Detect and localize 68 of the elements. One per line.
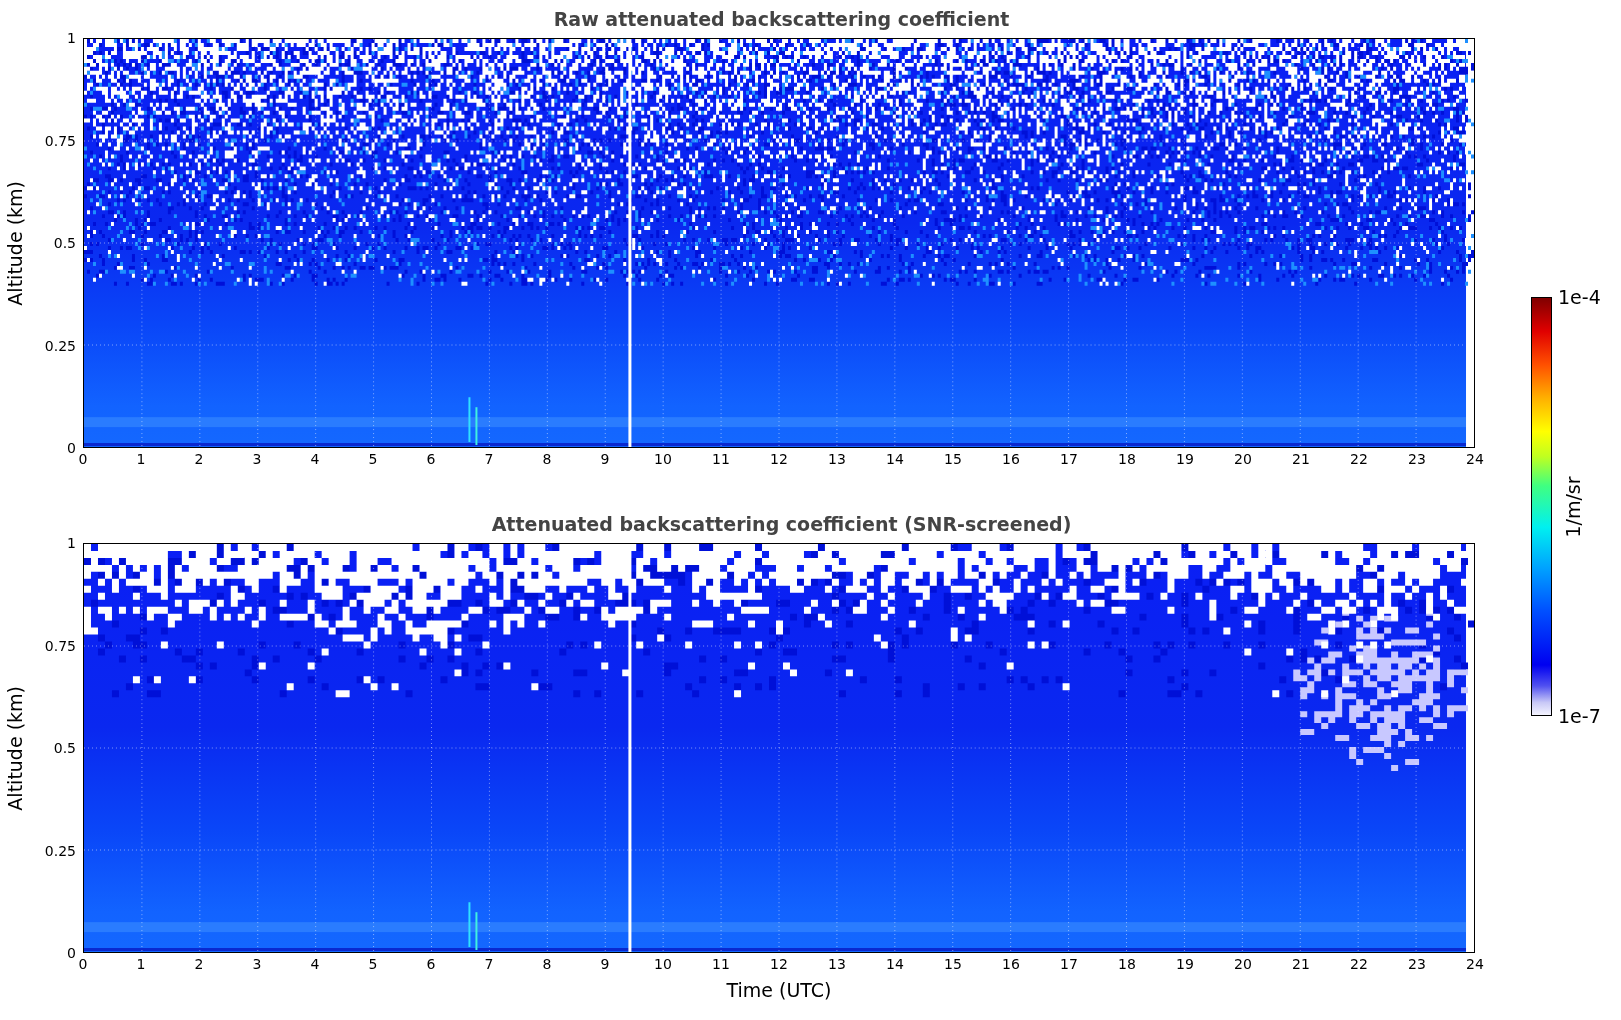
tick-label: 22 <box>1350 451 1368 467</box>
tick-label: 16 <box>1002 956 1020 972</box>
tick-label: 5 <box>368 451 378 467</box>
tick-label: 8 <box>542 956 552 972</box>
tick-label: 12 <box>770 956 788 972</box>
tick-label: 3 <box>252 451 262 467</box>
tick-label: 6 <box>426 956 436 972</box>
tick-label: 6 <box>426 451 436 467</box>
tick-label: 12 <box>770 451 788 467</box>
tick-label: 0.25 <box>44 337 76 354</box>
tick-label: 0.75 <box>44 132 76 149</box>
axis-label: Time (UTC) <box>726 979 832 1001</box>
tick-label: 22 <box>1350 956 1368 972</box>
tick-label: 3 <box>252 956 262 972</box>
tick-label: 14 <box>886 451 904 467</box>
tick-label: 7 <box>484 451 494 467</box>
tick-label: 13 <box>828 956 846 972</box>
tick-label: 8 <box>542 451 552 467</box>
tick-label: 2 <box>194 451 204 467</box>
tick-label: 1 <box>136 451 146 467</box>
tick-label: 17 <box>1060 956 1078 972</box>
tick-label: 15 <box>944 451 962 467</box>
tick-label: 18 <box>1118 956 1136 972</box>
colorbar-label: 1e-7 <box>1558 705 1601 727</box>
tick-label: 24 <box>1466 451 1484 467</box>
tick-label: 0.5 <box>53 740 76 756</box>
tick-label: 14 <box>886 956 904 972</box>
tick-label: 0.5 <box>53 235 76 251</box>
tick-label: 13 <box>828 451 846 467</box>
tick-label: 21 <box>1292 451 1310 467</box>
tick-label: 7 <box>484 956 494 972</box>
tick-label: 4 <box>310 956 320 972</box>
tick-label: 21 <box>1292 956 1310 972</box>
tick-label: 0 <box>67 440 76 456</box>
tick-label: 24 <box>1466 956 1484 972</box>
tick-label: 15 <box>944 956 962 972</box>
tick-label: 11 <box>712 956 730 972</box>
tick-label: 10 <box>654 956 672 972</box>
tick-label: 1 <box>67 535 76 551</box>
tick-label: 0 <box>78 956 88 972</box>
tick-label: 17 <box>1060 451 1078 467</box>
tick-label: 10 <box>654 451 672 467</box>
colorbar-unit: 1/m/sr <box>1562 475 1584 538</box>
tick-label: 5 <box>368 956 378 972</box>
tick-label: 9 <box>600 956 610 972</box>
chart-title: Raw attenuated backscattering coefficient <box>553 8 1010 30</box>
tick-label: 9 <box>600 451 610 467</box>
axis-label: Altitude (km) <box>4 685 26 811</box>
axis-label: Altitude (km) <box>4 180 26 306</box>
tick-label: 2 <box>194 956 204 972</box>
tick-label: 0.75 <box>44 637 76 654</box>
tick-label: 20 <box>1234 451 1252 467</box>
tick-label: 4 <box>310 451 320 467</box>
tick-label: 18 <box>1118 451 1136 467</box>
tick-label: 1 <box>136 956 146 972</box>
tick-label: 20 <box>1234 956 1252 972</box>
tick-label: 19 <box>1176 956 1194 972</box>
tick-label: 11 <box>712 451 730 467</box>
tick-label: 23 <box>1408 956 1426 972</box>
tick-label: 16 <box>1002 451 1020 467</box>
chart-title: Attenuated backscattering coefficient (SNR-screened) <box>491 513 1072 535</box>
tick-label: 1 <box>67 30 76 46</box>
tick-label: 19 <box>1176 451 1194 467</box>
tick-label: 23 <box>1408 451 1426 467</box>
tick-label: 0 <box>78 451 88 467</box>
tick-label: 0.25 <box>44 842 76 859</box>
tick-label: 0 <box>67 945 76 961</box>
colorbar-label: 1e-4 <box>1558 286 1601 308</box>
